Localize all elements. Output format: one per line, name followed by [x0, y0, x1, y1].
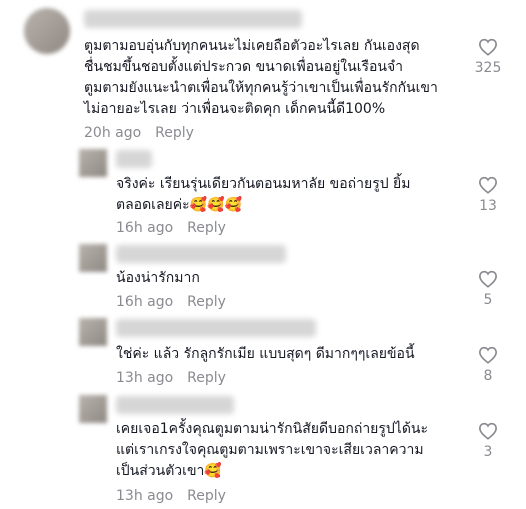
comment-time: 20h ago: [84, 125, 142, 141]
comment-meta: 16h ago Reply: [116, 294, 226, 310]
like-count: 13: [479, 198, 497, 214]
username[interactable]: [116, 396, 234, 414]
comment-time: 13h ago: [116, 488, 174, 504]
username[interactable]: [116, 150, 152, 168]
reply-button[interactable]: Reply: [187, 370, 226, 386]
comment-time: 13h ago: [116, 370, 174, 386]
heart-icon: [478, 176, 498, 194]
comment-time: 16h ago: [116, 220, 174, 236]
avatar[interactable]: [79, 244, 107, 272]
heart-icon: [478, 346, 498, 364]
heart-icon: [478, 422, 498, 440]
comment-text: ใช่ค่ะ แล้ว รักลูกรักเมีย แบบสุดๆ ดีมากๆ…: [116, 346, 415, 362]
like-count: 8: [483, 368, 493, 384]
comment-text: ตูมตามอบอุ่นกับทุกคนนะไม่เคยถือตัวอะไรเล…: [84, 38, 438, 117]
reply-button[interactable]: Reply: [155, 125, 194, 141]
comment-text: น้องน่ารักมาก: [116, 270, 200, 286]
comment-time: 16h ago: [116, 294, 174, 310]
reply-button[interactable]: Reply: [187, 220, 226, 236]
like-button[interactable]: 13: [470, 176, 506, 214]
like-count: 325: [474, 60, 502, 76]
reply-button[interactable]: Reply: [187, 488, 226, 504]
username[interactable]: [116, 319, 316, 337]
heart-icon: [478, 270, 498, 288]
avatar[interactable]: [79, 149, 107, 177]
like-button[interactable]: 8: [470, 346, 506, 384]
comment-meta: 20h ago Reply: [84, 125, 194, 141]
like-button[interactable]: 3: [470, 422, 506, 460]
avatar[interactable]: [24, 8, 70, 54]
comment-text: เคยเจอ1ครั้งคุณตูมตามน่ารักนิสัยดีบอกถ่า…: [116, 421, 429, 479]
like-count: 3: [483, 444, 493, 460]
like-button[interactable]: 5: [470, 270, 506, 308]
comment-meta: 13h ago Reply: [116, 370, 226, 386]
avatar[interactable]: [79, 318, 107, 346]
username[interactable]: [116, 245, 286, 263]
like-button[interactable]: 325: [470, 38, 506, 76]
avatar[interactable]: [79, 395, 107, 423]
heart-icon: [478, 38, 498, 56]
comment-meta: 16h ago Reply: [116, 220, 226, 236]
like-count: 5: [483, 292, 493, 308]
reply-button[interactable]: Reply: [187, 294, 226, 310]
comment-text: จริงค่ะ เรียนรุ่นเดียวกันตอนมหาลัย ขอถ่า…: [116, 176, 411, 213]
comment-meta: 13h ago Reply: [116, 488, 226, 504]
username[interactable]: [84, 10, 302, 28]
